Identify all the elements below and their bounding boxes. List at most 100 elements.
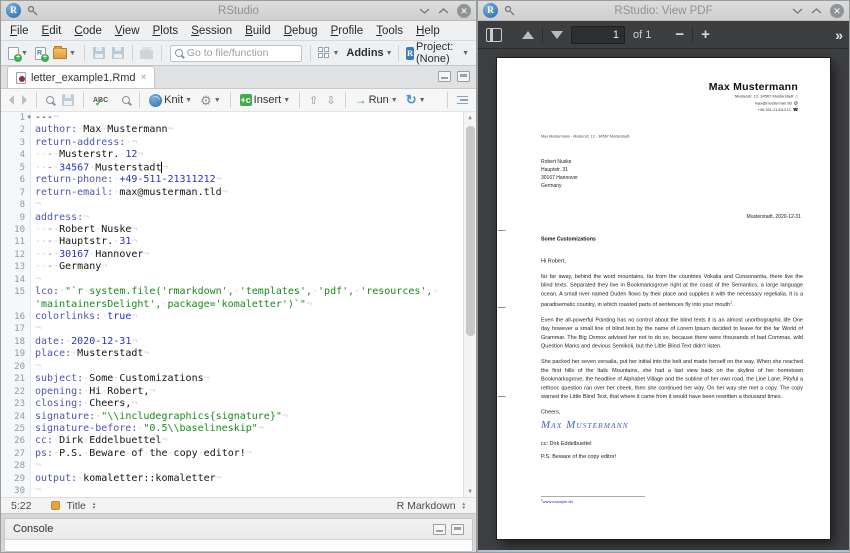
code-line[interactable]: 28¬ bbox=[1, 460, 463, 472]
scroll-up-icon[interactable]: ▲ bbox=[464, 114, 476, 121]
page-number-input[interactable] bbox=[571, 26, 625, 44]
code-line[interactable]: 18date:·2020-12-31¬ bbox=[1, 336, 463, 348]
tab-letter-example[interactable]: letter_example1.Rmd × bbox=[7, 66, 155, 88]
code-line[interactable]: 4··-·Musterstr.·12¬ bbox=[1, 149, 463, 161]
code-line[interactable]: 1▼---¬ bbox=[1, 112, 463, 124]
footnote-link[interactable]: 1www.example.tld bbox=[541, 499, 573, 504]
pane-minimize-button[interactable] bbox=[438, 71, 451, 82]
pin-icon[interactable] bbox=[504, 5, 515, 16]
scroll-down-icon[interactable]: ▼ bbox=[464, 488, 476, 495]
code-line[interactable]: 30¬ bbox=[1, 485, 463, 497]
editor-save-button[interactable] bbox=[60, 93, 76, 107]
code-line[interactable]: 9address:¬ bbox=[1, 212, 463, 224]
code-line[interactable]: 24signature:·"\\includegraphics{signatur… bbox=[1, 411, 463, 423]
run-button[interactable]: →Run▼ bbox=[353, 92, 400, 108]
code-line[interactable]: 2author:·Max·Mustermann¬ bbox=[1, 124, 463, 136]
close-button[interactable]: ✕ bbox=[457, 4, 471, 18]
code-line[interactable]: 10··-·Robert·Nuske¬ bbox=[1, 224, 463, 236]
new-file-button[interactable]: +▼ bbox=[6, 46, 30, 61]
code-line[interactable]: 12··-·30167·Hannover¬ bbox=[1, 249, 463, 261]
code-line[interactable]: 3return-address:·¬ bbox=[1, 137, 463, 149]
filetype-stepper-icon[interactable]: ▲▼ bbox=[462, 502, 466, 510]
menu-item-view[interactable]: View bbox=[115, 25, 140, 37]
save-button[interactable] bbox=[91, 46, 107, 60]
settings-button[interactable]: ⚙▼ bbox=[198, 93, 223, 108]
menu-item-plots[interactable]: Plots bbox=[153, 25, 179, 37]
zoom-in-button[interactable]: + bbox=[701, 27, 710, 42]
menu-item-session[interactable]: Session bbox=[191, 25, 232, 37]
menu-item-help[interactable]: Help bbox=[416, 25, 440, 37]
code-line[interactable]: 20¬ bbox=[1, 361, 463, 373]
filetype-selector[interactable]: R Markdown bbox=[397, 500, 456, 512]
toolbar-overflow-button[interactable]: » bbox=[835, 27, 841, 43]
close-button[interactable]: ✕ bbox=[830, 4, 844, 18]
console-maximize-button[interactable] bbox=[451, 524, 464, 535]
find-in-file-button[interactable] bbox=[44, 95, 56, 105]
code-line[interactable]: 6return-phone:·+49-511-21311212¬ bbox=[1, 174, 463, 186]
new-project-button[interactable]: R+ bbox=[33, 46, 48, 61]
minimize-button[interactable] bbox=[419, 7, 430, 15]
zoom-out-button[interactable]: − bbox=[675, 27, 684, 42]
prev-page-button[interactable] bbox=[522, 31, 534, 39]
code-line[interactable]: 27ps:·P.S.·Beware·of·the·copy·editor!¬ bbox=[1, 448, 463, 460]
rerun-button[interactable]: ↻▼ bbox=[404, 91, 428, 109]
save-all-button[interactable] bbox=[110, 46, 126, 60]
code-line[interactable]: 19place:·Musterstadt¬ bbox=[1, 348, 463, 360]
insert-chunk-button[interactable]: +cInsert▼ bbox=[238, 93, 292, 107]
goto-file-input[interactable] bbox=[187, 47, 297, 59]
code-line[interactable]: 23closing:·Cheers,¬ bbox=[1, 398, 463, 410]
workspace-panes-button[interactable]: ▼ bbox=[316, 46, 341, 60]
maximize-button[interactable] bbox=[811, 7, 822, 15]
pin-icon[interactable] bbox=[27, 5, 38, 16]
code-line[interactable]: 7return-email:·max@musterman.tld¬ bbox=[1, 187, 463, 199]
menu-item-code[interactable]: Code bbox=[74, 25, 102, 37]
maximize-button[interactable] bbox=[438, 7, 449, 15]
project-button[interactable]: RProject: (None)▼ bbox=[404, 40, 471, 66]
menu-item-build[interactable]: Build bbox=[245, 25, 271, 37]
code-line[interactable]: 14¬ bbox=[1, 274, 463, 286]
tab-close-icon[interactable]: × bbox=[141, 72, 147, 83]
menu-item-profile[interactable]: Profile bbox=[331, 25, 364, 37]
menu-item-file[interactable]: File bbox=[10, 25, 29, 37]
code-line[interactable]: 25signature-before:·"0.5\\baselineskip"¬ bbox=[1, 423, 463, 435]
code-line[interactable]: 'maintainersDelight',·package='komalette… bbox=[1, 299, 463, 311]
menu-item-edit[interactable]: Edit bbox=[42, 25, 62, 37]
chunk-up-button[interactable]: ⇧ bbox=[307, 93, 320, 108]
next-page-button[interactable] bbox=[551, 31, 563, 39]
code-line[interactable]: 17¬ bbox=[1, 323, 463, 335]
open-file-button[interactable]: ▼ bbox=[51, 47, 78, 60]
code-line[interactable]: 5··-·34567·Musterstadt¬ bbox=[1, 162, 463, 174]
forward-button[interactable] bbox=[20, 94, 29, 106]
pane-maximize-button[interactable] bbox=[457, 71, 470, 82]
titlebar[interactable]: R RStudio ✕ bbox=[1, 1, 476, 21]
code-line[interactable]: 26cc:·Dirk·Eddelbuettel¬ bbox=[1, 435, 463, 447]
code-line[interactable]: 13··-·Germany¬ bbox=[1, 261, 463, 273]
console-minimize-button[interactable] bbox=[433, 524, 446, 535]
sidebar-toggle-button[interactable] bbox=[486, 28, 502, 42]
code-editor[interactable]: 1▼---¬2author:·Max·Mustermann¬3return-ad… bbox=[1, 112, 476, 497]
console-header[interactable]: Console bbox=[5, 519, 472, 540]
code-line[interactable]: 16colorlinks:·true¬ bbox=[1, 311, 463, 323]
code-line[interactable]: 22opening:·Hi·Robert,¬ bbox=[1, 386, 463, 398]
code-line[interactable]: 21subject:·Some·Customizations¬ bbox=[1, 373, 463, 385]
back-button[interactable] bbox=[7, 94, 16, 106]
spellcheck-button[interactable]: ABC bbox=[91, 96, 110, 105]
pdf-viewport[interactable]: Max Mustermann Musterstr. 12, 34567 Must… bbox=[478, 49, 849, 552]
section-nav[interactable]: Title bbox=[66, 500, 85, 512]
print-button[interactable] bbox=[138, 46, 155, 60]
menu-item-debug[interactable]: Debug bbox=[284, 25, 318, 37]
code-line[interactable]: 11··-·Hauptstr.·31¬ bbox=[1, 236, 463, 248]
addins-button[interactable]: Addins▼ bbox=[344, 46, 394, 60]
search-button[interactable] bbox=[120, 95, 132, 105]
minimize-button[interactable] bbox=[792, 7, 803, 15]
code-line[interactable]: 8¬ bbox=[1, 199, 463, 211]
code-line[interactable]: 29output:·komaletter::komaletter¬ bbox=[1, 473, 463, 485]
editor-scrollbar[interactable]: ▲ ▼ bbox=[463, 112, 476, 497]
scrollbar-thumb[interactable] bbox=[466, 126, 475, 336]
section-stepper-icon[interactable]: ▲▼ bbox=[92, 502, 96, 510]
knit-button[interactable]: Knit▼ bbox=[147, 93, 194, 108]
outline-button[interactable] bbox=[455, 95, 470, 106]
chunk-down-button[interactable]: ⇩ bbox=[324, 93, 337, 108]
pdf-titlebar[interactable]: R RStudio: View PDF ✕ bbox=[478, 1, 849, 21]
code-line[interactable]: 15lco:·"`r·system.file('rmarkdown',·'tem… bbox=[1, 286, 463, 298]
